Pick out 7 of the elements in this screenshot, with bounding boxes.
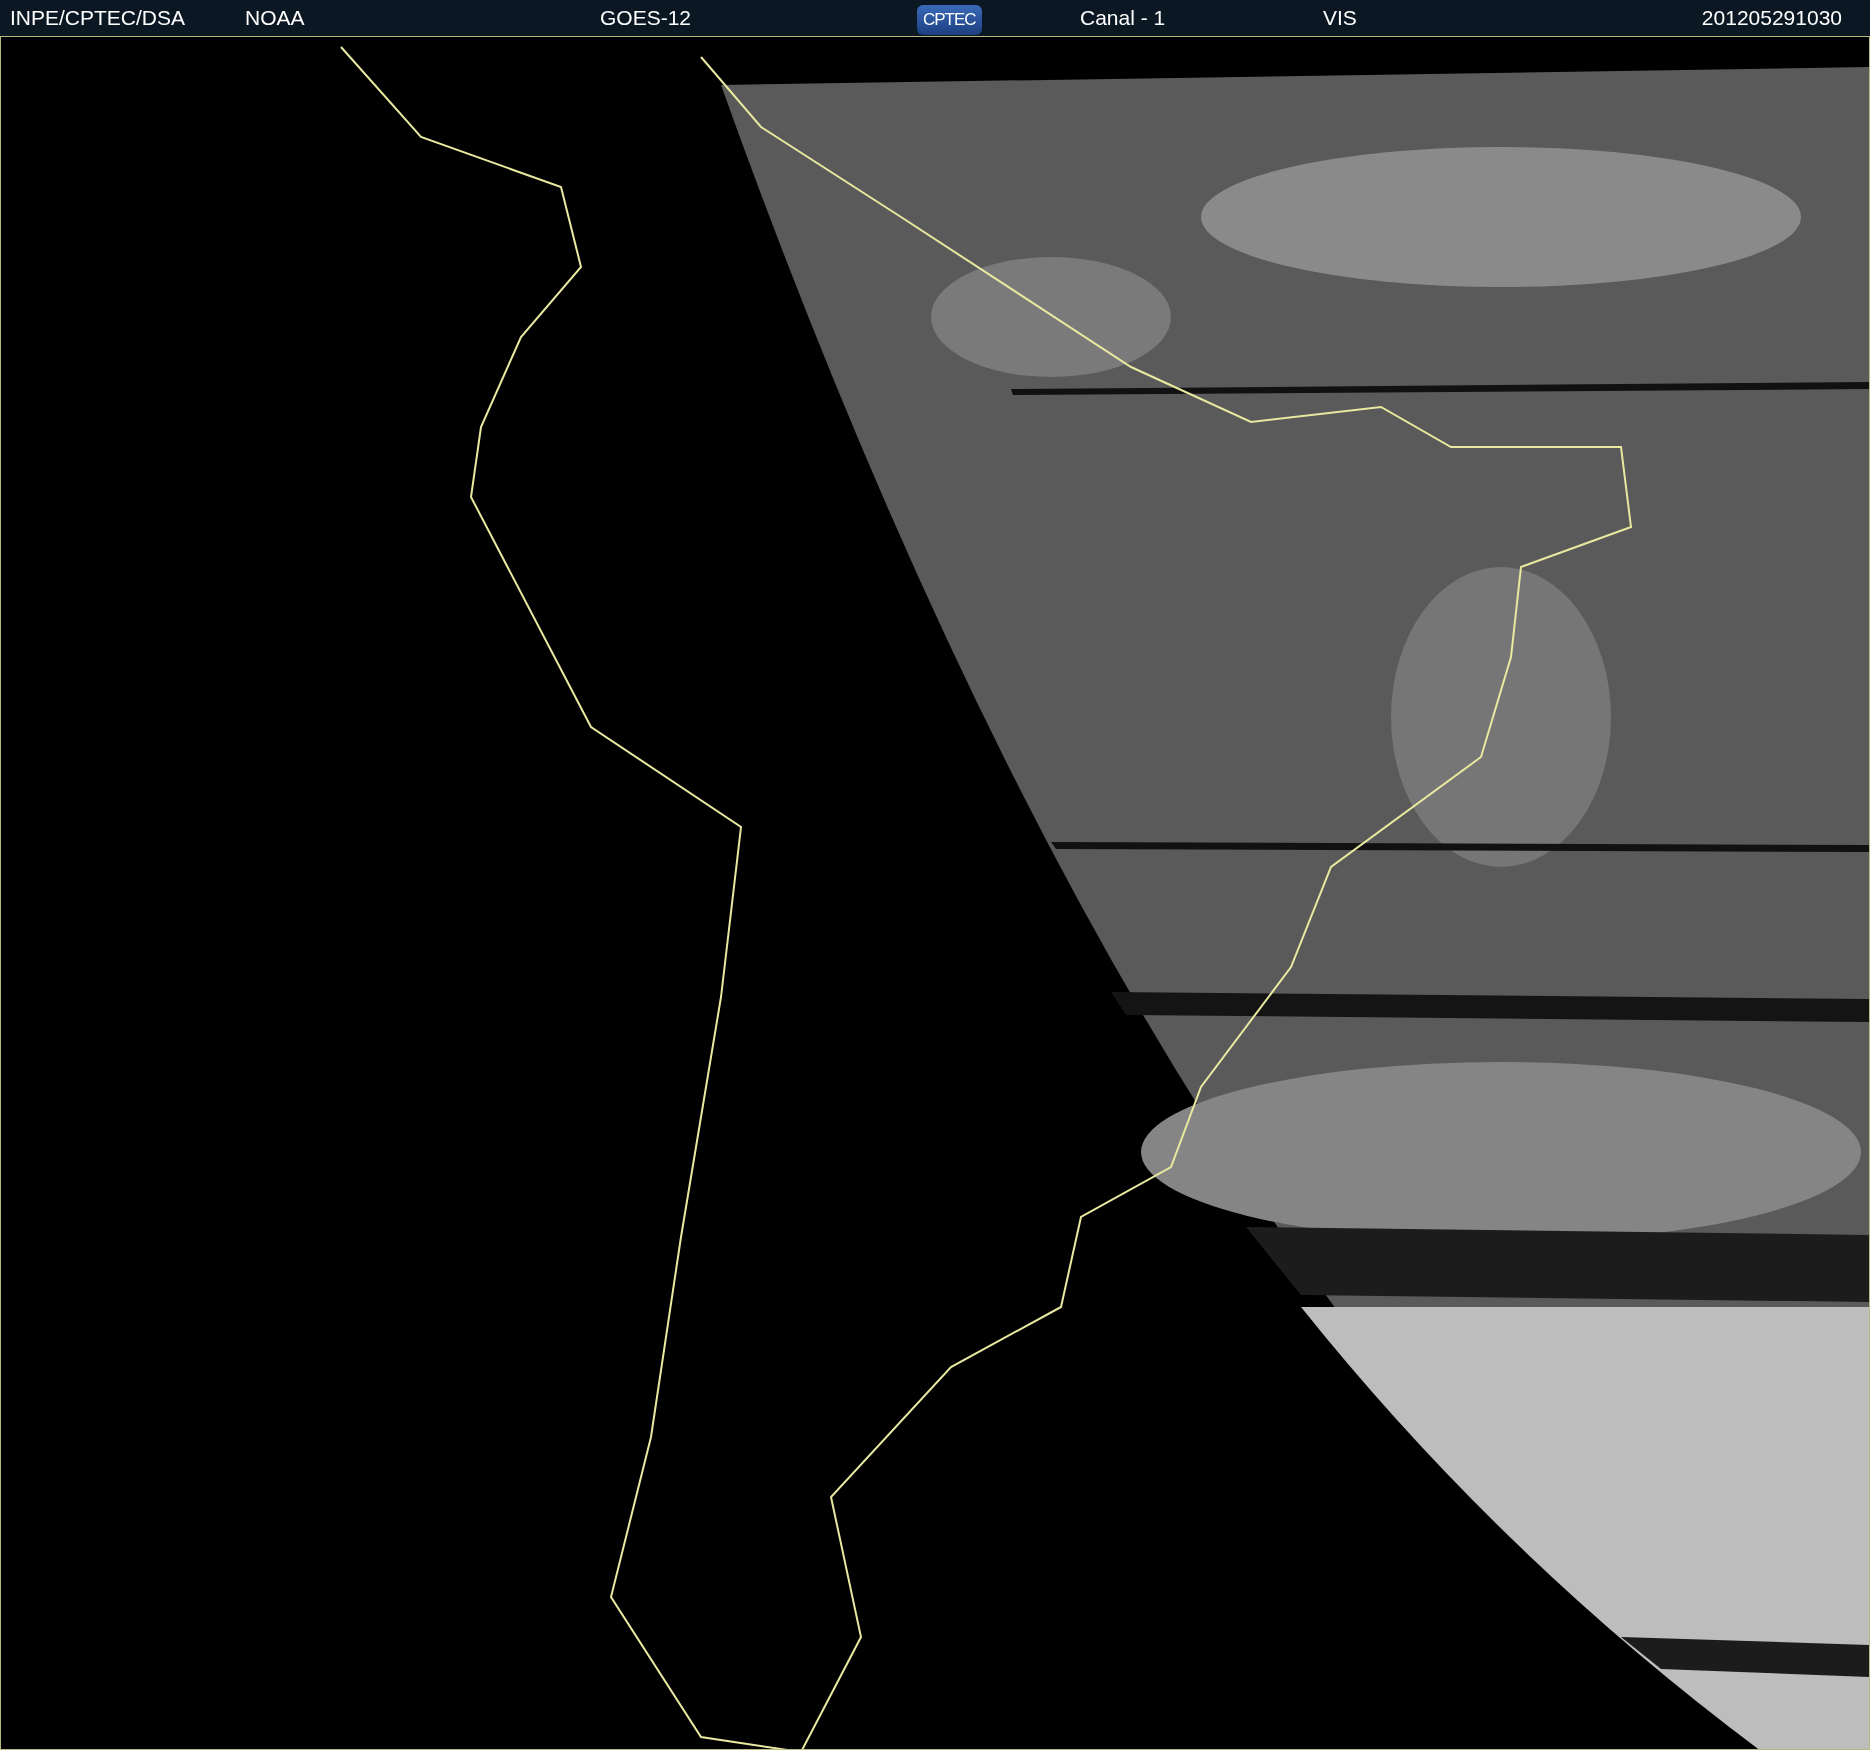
header-label: GOES-12 [600, 6, 692, 30]
logo: CPTEC [917, 4, 982, 35]
header-label: 201205291030 [1701, 6, 1842, 30]
header-label: INPE/CPTEC/DSA [10, 6, 186, 30]
header-label: Canal - 1 [1080, 6, 1166, 30]
header-label: VIS [1323, 6, 1357, 30]
header-label: NOAA [245, 6, 305, 30]
